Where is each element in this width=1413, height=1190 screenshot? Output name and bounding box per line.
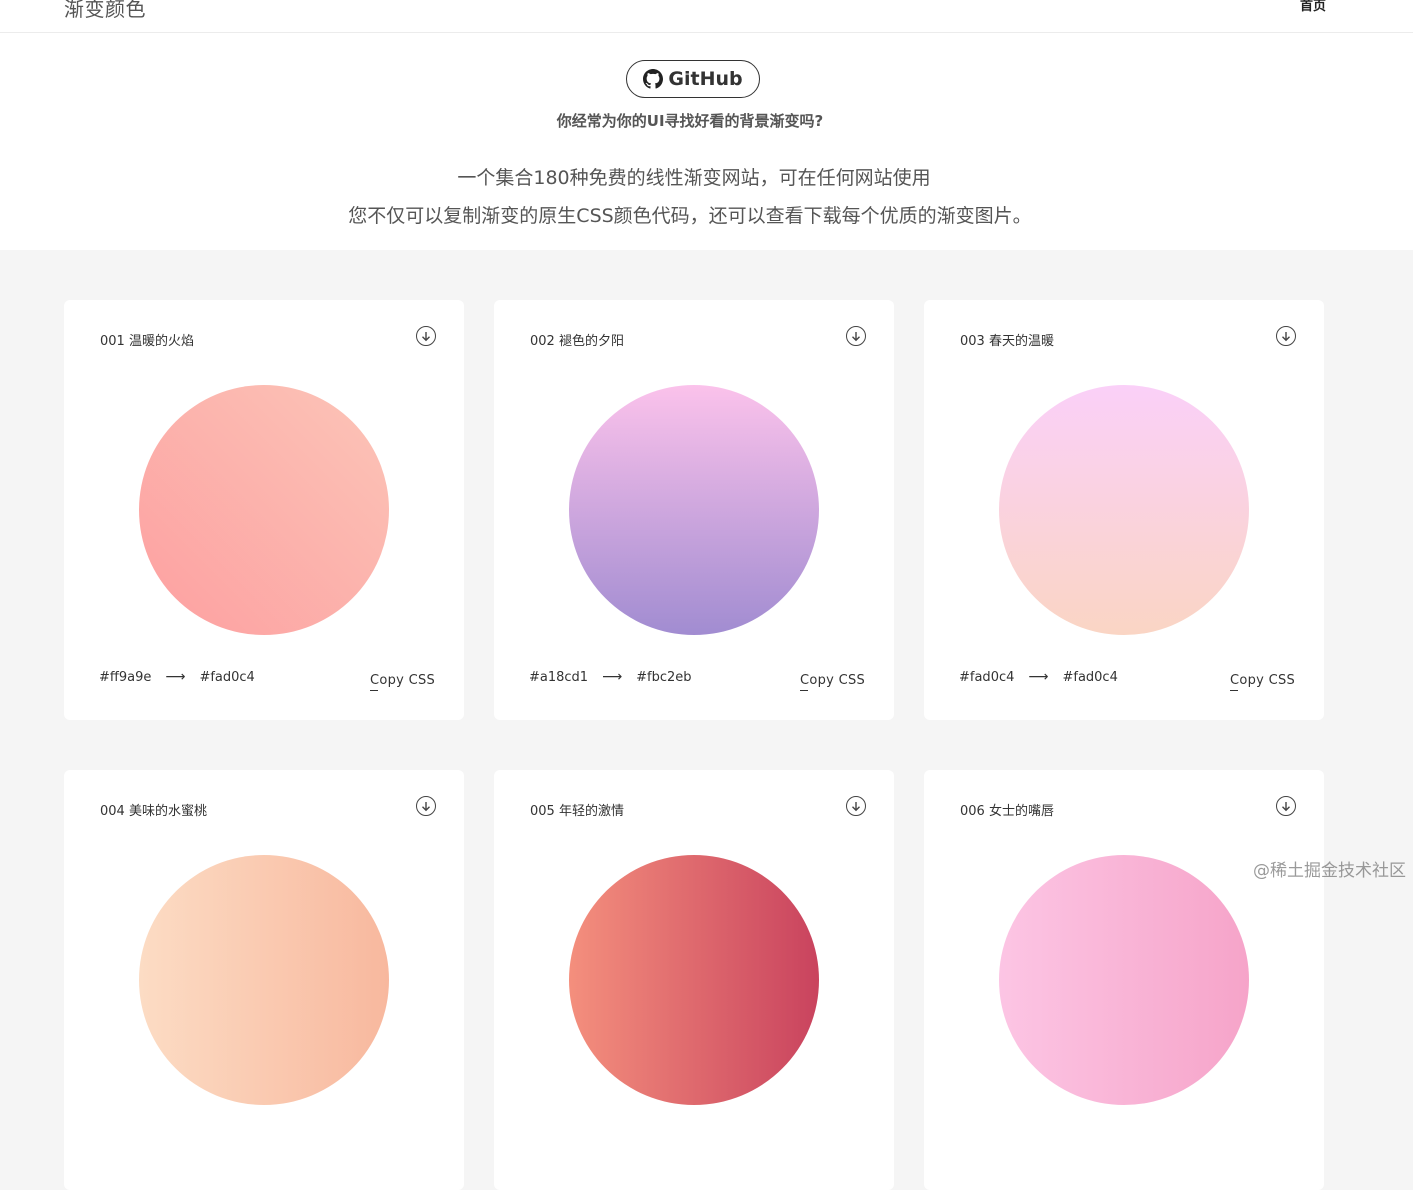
hero-question: 你经常为你的UI寻找好看的背景渐变吗?: [556, 112, 824, 130]
arrow-right-icon: ⟶: [1028, 669, 1049, 685]
arrow-right-icon: ⟶: [602, 669, 623, 685]
gradient-card: 002 褪色的夕阳 #a18cd1 ⟶ #fbc2eb Copy CSS: [494, 300, 894, 720]
github-label: GitHub: [668, 68, 743, 90]
download-arrow-icon: [422, 331, 430, 341]
copy-css-button[interactable]: Copy CSS: [800, 673, 865, 691]
download-button[interactable]: [1276, 326, 1296, 346]
card-title: 003 春天的温暖: [960, 334, 1054, 349]
gradient-card: 001 温暖的火焰 #ff9a9e ⟶ #fad0c4 Copy CSS: [64, 300, 464, 720]
card-title: 006 女士的嘴唇: [960, 804, 1054, 819]
gradient-card: 006 女士的嘴唇: [924, 770, 1324, 1190]
color-from: #ff9a9e: [99, 669, 152, 685]
gradient-preview: [139, 385, 389, 635]
hero-section: GitHub 你经常为你的UI寻找好看的背景渐变吗? 一个集合180种免费的线性…: [0, 33, 1413, 250]
arrow-right-icon: ⟶: [165, 669, 186, 685]
card-title: 002 褪色的夕阳: [530, 334, 624, 349]
nav-home-link[interactable]: 首页: [1300, 0, 1326, 14]
download-button[interactable]: [846, 796, 866, 816]
gradient-card: 004 美味的水蜜桃: [64, 770, 464, 1190]
color-from: #a18cd1: [529, 669, 589, 685]
color-stops: #ff9a9e ⟶ #fad0c4: [99, 669, 255, 685]
copy-css-button[interactable]: Copy CSS: [370, 673, 435, 691]
download-arrow-icon: [852, 331, 860, 341]
download-arrow-icon: [1282, 801, 1290, 811]
copy-css-button[interactable]: Copy CSS: [1230, 673, 1295, 691]
download-arrow-icon: [422, 801, 430, 811]
color-to: #fad0c4: [1062, 669, 1118, 685]
download-arrow-icon: [852, 801, 860, 811]
github-button[interactable]: GitHub: [626, 60, 760, 98]
download-button[interactable]: [416, 796, 436, 816]
download-button[interactable]: [846, 326, 866, 346]
color-to: #fad0c4: [199, 669, 255, 685]
hero-description-line1: 一个集合180种免费的线性渐变网站，可在任何网站使用: [457, 167, 931, 189]
gradient-preview: [569, 855, 819, 1105]
color-to: #fbc2eb: [636, 669, 692, 685]
top-navbar: 渐变颜色 首页: [0, 0, 1413, 33]
color-from: #fad0c4: [959, 669, 1015, 685]
watermark: @稀土掘金技术社区: [1253, 861, 1406, 881]
gradient-preview: [569, 385, 819, 635]
github-icon: [643, 69, 664, 89]
card-title: 004 美味的水蜜桃: [100, 804, 207, 819]
card-title: 005 年轻的激情: [530, 804, 624, 819]
gradient-preview: [999, 385, 1249, 635]
gradient-preview: [139, 855, 389, 1105]
site-title[interactable]: 渐变颜色: [64, 0, 146, 22]
color-stops: #a18cd1 ⟶ #fbc2eb: [529, 669, 692, 685]
gradient-card: 005 年轻的激情: [494, 770, 894, 1190]
gradient-preview: [999, 855, 1249, 1105]
download-button[interactable]: [416, 326, 436, 346]
hero-description-line2: 您不仅可以复制渐变的原生CSS颜色代码，还可以查看下载每个优质的渐变图片。: [348, 205, 1032, 227]
download-button[interactable]: [1276, 796, 1296, 816]
download-arrow-icon: [1282, 331, 1290, 341]
card-title: 001 温暖的火焰: [100, 334, 194, 349]
color-stops: #fad0c4 ⟶ #fad0c4: [959, 669, 1118, 685]
gradient-card: 003 春天的温暖 #fad0c4 ⟶ #fad0c4 Copy CSS: [924, 300, 1324, 720]
